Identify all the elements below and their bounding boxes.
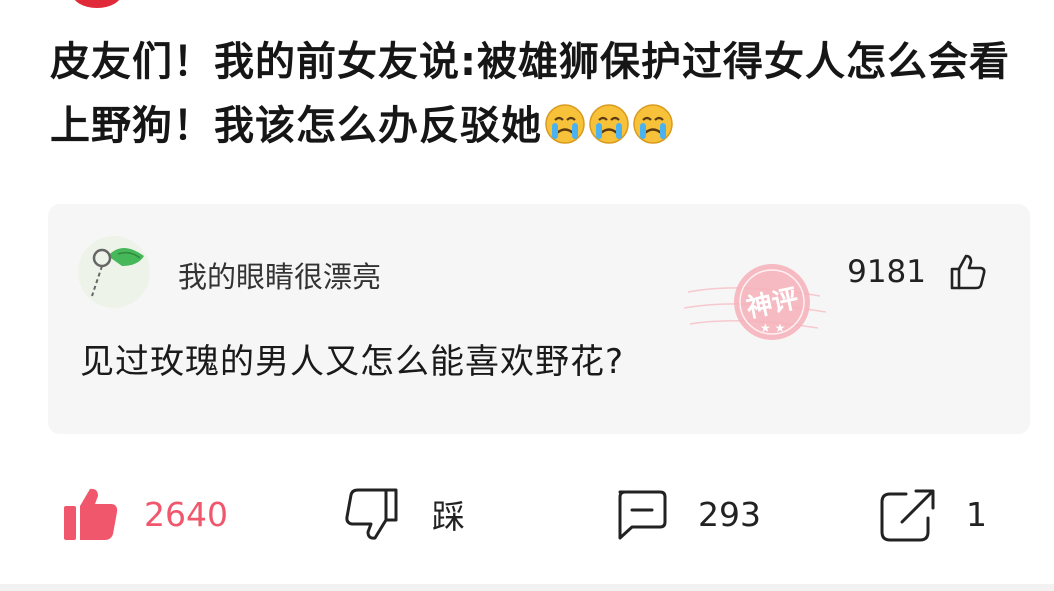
thumbs-down-icon [345, 488, 398, 540]
commenter-avatar[interactable] [78, 236, 150, 308]
post-view: 皮友们！我的前女友说:被雄狮保护过得女人怎么会看上野狗！我该怎么办反驳她 我的眼… [0, 0, 1054, 591]
crying-face-emoji [545, 104, 585, 144]
crying-face-emoji [633, 104, 673, 144]
dislike-label: 踩 [432, 497, 465, 536]
post-title: 皮友们！我的前女友说:被雄狮保护过得女人怎么会看上野狗！我该怎么办反驳她 [50, 30, 1035, 158]
comment-count: 293 [698, 494, 761, 534]
like-count: 2640 [144, 494, 228, 534]
dislike-button[interactable]: 踩 [342, 486, 465, 542]
author-avatar[interactable] [72, 0, 122, 8]
share-count: 1 [966, 494, 987, 534]
leaf-pin-icon [91, 248, 144, 297]
thumbs-up-icon [64, 488, 118, 540]
svg-text:★ ★: ★ ★ [760, 321, 785, 335]
post-title-text: 皮友们！我的前女友说:被雄狮保护过得女人怎么会看上野狗！我该怎么办反驳她 [50, 39, 1010, 149]
share-icon [880, 489, 935, 542]
crying-face-emoji [589, 104, 629, 144]
divider [0, 584, 1054, 591]
comment-button[interactable]: 293 [612, 486, 761, 542]
like-button[interactable]: 2640 [62, 486, 228, 542]
comment-icon [618, 490, 667, 540]
share-button[interactable]: 1 [878, 486, 987, 542]
top-comment-card[interactable]: 我的眼睛很漂亮 神评 ★ ★ 9181 见过玫瑰的男人又怎么能喜欢野花? [48, 204, 1030, 434]
hot-comment-stamp: 神评 ★ ★ [683, 264, 827, 340]
comment-thumbs-up-icon[interactable] [948, 252, 988, 292]
comment-like-count: 9181 [847, 254, 926, 290]
comment-text: 见过玫瑰的男人又怎么能喜欢野花? [80, 342, 625, 382]
commenter-username[interactable]: 我的眼睛很漂亮 [178, 254, 381, 296]
